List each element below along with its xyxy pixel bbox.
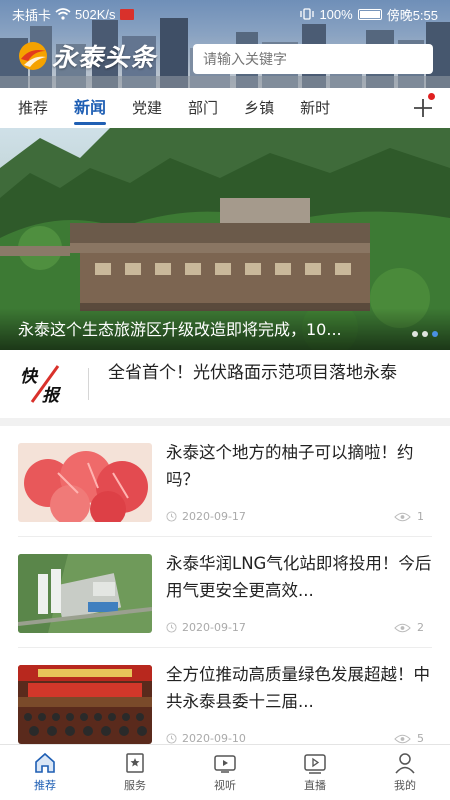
battery-icon [357,8,382,20]
news-title[interactable]: 全方位推动高质量绿色发展超越！中共永泰县委十三届... [166,661,432,715]
flash-logo-char-1: 快 [20,367,39,387]
news-item[interactable]: 全方位推动高质量绿色发展超越！中共永泰县委十三届... 2020-09-10 5 [0,648,450,758]
user-icon [395,753,415,774]
eye-icon [394,623,411,632]
app-title: 永泰头条 [52,43,157,72]
clock-icon [166,622,177,633]
news-meta: 2020-09-17 1 [166,510,424,523]
notification-badge-icon [119,8,134,20]
tab-news[interactable]: 新闻 [61,88,119,128]
news-date: 2020-09-17 [182,510,246,523]
clock-icon [166,733,177,744]
nav-label: 服务 [124,779,146,792]
flash-news-text[interactable]: 全省首个！光伏路面示范项目落地永泰 [108,362,428,385]
hero-title[interactable]: 永泰这个生态旅游区升级改造即将完成，10... [18,316,413,340]
play-icon [304,754,326,774]
nav-label: 我的 [394,779,416,792]
star-icon [126,753,144,773]
carrier-text: 未插卡 [12,7,52,23]
hero-banner[interactable]: 永泰这个生态旅游区升级改造即将完成，10... [0,128,450,350]
bottom-navigation: 推荐 服务 视听 直播 我的 [0,744,450,800]
tab-towns[interactable]: 乡镇 [231,88,287,128]
nav-live[interactable]: 直播 [270,745,360,800]
category-tabs: 推荐 新闻 党建 部门 乡镇 新时 [0,88,450,128]
carousel-dots [412,331,438,337]
clock-time: 傍晚5:55 [386,7,438,23]
nav-recommend[interactable]: 推荐 [0,745,90,800]
news-item[interactable]: 永泰华润LNG气化站即将投用！今后用气更安全更高效... 2020-09-17 … [0,537,450,647]
nav-label: 视听 [214,779,236,792]
app-logo: 永泰头条 [16,38,156,74]
section-gap [0,418,450,426]
news-thumbnail-lng-station [18,554,152,633]
news-title[interactable]: 永泰华润LNG气化站即将投用！今后用气更安全更高效... [166,550,432,604]
tab-party-building[interactable]: 党建 [119,88,175,128]
flash-news-banner[interactable]: 快 报 全省首个！光伏路面示范项目落地永泰 [0,350,450,418]
flash-report-logo-icon: 快 报 [18,364,70,404]
news-meta: 2020-09-17 2 [166,621,424,634]
tab-departments[interactable]: 部门 [175,88,231,128]
logo-swirl-icon [19,42,47,70]
tv-icon [214,755,236,773]
news-thumbnail-conference [18,665,152,744]
app-header: 未插卡 502K/s 100% 傍晚5:55 永泰头条 [0,0,450,88]
status-bar: 未插卡 502K/s 100% 傍晚5:55 [0,0,450,28]
news-date: 2020-09-17 [182,621,246,634]
clock-icon [166,511,177,522]
tab-new-era[interactable]: 新时 [287,88,343,128]
vibrate-icon [300,8,315,20]
eye-icon [394,512,411,521]
nav-profile[interactable]: 我的 [360,745,450,800]
view-count: 2 [417,621,424,634]
wifi-icon [55,8,71,20]
news-thumbnail-pomelo [18,443,152,522]
nav-label: 推荐 [34,779,56,792]
news-item[interactable]: 永泰这个地方的柚子可以摘啦！约吗？ 2020-09-17 1 [0,426,450,536]
nav-audiovisual[interactable]: 视听 [180,745,270,800]
eye-icon [394,734,411,743]
view-count: 1 [417,510,424,523]
battery-percent: 100% [319,6,353,22]
search-input[interactable] [193,44,433,74]
notification-dot [428,93,435,100]
home-icon [35,752,55,773]
nav-label: 直播 [304,779,326,792]
network-speed: 502K/s [75,6,116,22]
nav-services[interactable]: 服务 [90,745,180,800]
tab-recommend[interactable]: 推荐 [0,88,61,128]
news-title[interactable]: 永泰这个地方的柚子可以摘啦！约吗？ [166,439,432,493]
